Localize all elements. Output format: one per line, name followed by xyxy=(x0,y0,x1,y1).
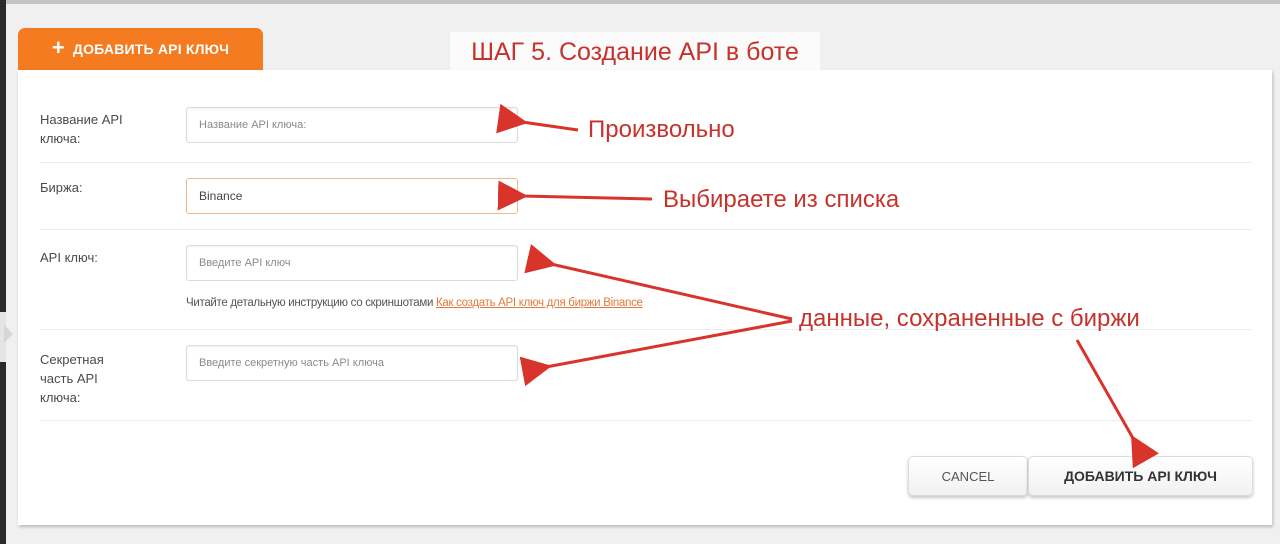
window-top-border xyxy=(0,0,1280,4)
annotation-exchange-data: данные, сохраненные с биржи xyxy=(799,305,1140,332)
cancel-button[interactable]: CANCEL xyxy=(908,456,1028,496)
secret-label: Секретная часть API ключа: xyxy=(40,352,104,405)
annotation-arbitrary: Произвольно xyxy=(588,116,735,143)
api-key-input[interactable] xyxy=(186,245,518,281)
chevron-down-icon xyxy=(499,194,505,198)
api-key-hint: Читайте детальную инструкцию со скриншот… xyxy=(186,297,643,309)
name-label: Название API ключа: xyxy=(40,112,123,146)
exchange-select[interactable]: Binance xyxy=(186,178,518,214)
sidebar-expand-icon[interactable] xyxy=(4,325,13,343)
exchange-selected-value: Binance xyxy=(199,189,243,203)
hint-text: Читайте детальную инструкцию со скриншот… xyxy=(186,297,436,309)
binance-guide-link[interactable]: Как создать API ключ для биржи Binance xyxy=(436,297,643,309)
api-key-name-input[interactable] xyxy=(186,107,518,143)
api-key-label: API ключ: xyxy=(40,250,98,265)
form-row-secret: Секретная часть API ключа: xyxy=(40,330,1252,421)
exchange-label: Биржа: xyxy=(40,180,83,195)
tab-label: ДОБАВИТЬ API КЛЮЧ xyxy=(72,41,230,57)
sidebar-collapsed xyxy=(0,0,6,544)
step-banner: ШАГ 5. Создание API в боте xyxy=(450,32,820,72)
add-api-key-tab[interactable]: + ДОБАВИТЬ API КЛЮЧ xyxy=(18,28,263,70)
plus-icon: + xyxy=(51,34,65,60)
form-row-exchange: Биржа: Binance xyxy=(40,163,1252,230)
annotation-choose-from-list: Выбираете из списка xyxy=(663,186,900,213)
secret-key-input[interactable] xyxy=(186,345,518,381)
add-api-key-button[interactable]: ДОБАВИТЬ API КЛЮЧ xyxy=(1028,456,1253,496)
